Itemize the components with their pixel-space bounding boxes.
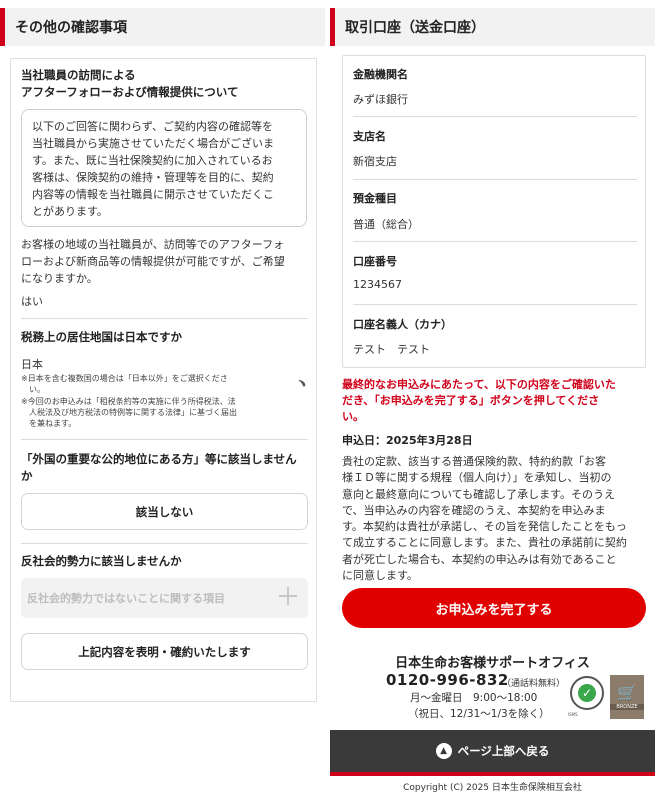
divider <box>353 241 637 242</box>
left-column: その他の確認事項 当社職員の訪問による アフターフォローおよび情報提供について … <box>0 0 325 804</box>
footer-accent-bar <box>330 772 655 776</box>
support-phone[interactable]: 0120-996-832 <box>386 671 509 689</box>
cart-badge-icon: 🛒 BRONZE <box>610 675 644 719</box>
deposit-type-label: 預金種目 <box>353 192 397 205</box>
divider <box>353 179 637 180</box>
branch-label: 支店名 <box>353 130 386 143</box>
section-title-account: 取引口座（送金口座） <box>330 8 655 46</box>
final-warning: 最終的なお申込みにあたって、以下の内容をご確認いた だき、「お申込みを完了する」… <box>342 378 616 423</box>
bronze-label: BRONZE <box>610 704 644 710</box>
chevron-up-icon: ▲ <box>435 743 452 759</box>
support-holidays: （祝日、12/31～1/3を除く） <box>408 708 550 720</box>
submit-application-button[interactable]: お申込みを完了する <box>342 588 646 628</box>
certification-badge-icon: ✓ <box>570 676 604 710</box>
account-card: 金融機関名 みずほ銀行 支店名 新宿支店 預金種目 普通（総合） 口座番号 12… <box>342 55 646 368</box>
branch-value: 新宿支店 <box>353 155 397 168</box>
account-number-value: 1234567 <box>353 278 402 291</box>
peps-title: 「外国の重要な公的地位にある方」等に該当しません か <box>21 452 297 483</box>
visit-answer: はい <box>21 295 43 308</box>
divider <box>21 318 308 319</box>
account-holder-label: 口座名義人（カナ） <box>353 318 452 331</box>
support-office-name: 日本生命お客様サポートオフィス <box>395 656 590 671</box>
bank-name-value: みずほ銀行 <box>353 93 408 106</box>
divider <box>21 439 308 440</box>
back-to-top-button[interactable]: ▲ ページ上部へ戻る <box>330 730 655 772</box>
section-title-other-confirmations: その他の確認事項 <box>0 8 325 46</box>
divider <box>353 304 637 305</box>
plus-icon <box>278 586 298 606</box>
terms-text: 貴社の定款、該当する普通保険約款、特約約款「お客 様ＩＤ等に関する規程（個人向け… <box>342 455 627 583</box>
tax-note-2: ※今回のお申込みは「租税条約等の実施に伴う所得税法、法 人税法及び地方税法の特例… <box>21 397 237 428</box>
check-icon: ✓ <box>578 684 596 702</box>
not-applicable-button[interactable]: 該当しない <box>21 493 308 530</box>
account-number-label: 口座番号 <box>353 255 397 268</box>
declare-confirm-button[interactable]: 上記内容を表明・確約いたします <box>21 633 308 670</box>
support-hours: 月～金曜日 9:00～18:00 <box>410 692 538 704</box>
divider <box>21 543 308 544</box>
deposit-type-value: 普通（総合） <box>353 218 419 231</box>
right-column: 取引口座（送金口座） 金融機関名 みずほ銀行 支店名 新宿支店 預金種目 普通（… <box>330 0 655 804</box>
visit-question: お客様の地域の当社職員が、訪問等でのアフターフォ ローおよび新商品等の情報提供が… <box>21 238 285 285</box>
apply-date: 申込日：2025年3月28日 <box>342 434 473 447</box>
phone-note: （通話料無料） <box>502 679 566 689</box>
side-mark: ﹅ <box>297 379 307 390</box>
cart-icon: 🛒 <box>617 683 637 702</box>
tax-answer: 日本 <box>21 358 43 371</box>
tax-title: 税務上の居住地国は日本ですか <box>21 330 182 344</box>
tax-note-1: ※日本を含む複数国の場合は「日本以外」をご選択くださ い。 <box>21 374 228 394</box>
antisocial-accordion[interactable]: 反社会的勢力ではないことに関する項目 <box>21 578 308 618</box>
confirmations-card: 当社職員の訪問による アフターフォローおよび情報提供について 以下のご回答に関わ… <box>10 58 317 702</box>
certification-badge-text: ISMS <box>568 712 578 717</box>
antisocial-title: 反社会的勢力に該当しませんか <box>21 554 182 568</box>
visit-notice-box: 以下のご回答に関わらず、ご契約内容の確認等を 当社職員から実施させていただく場合… <box>21 109 307 227</box>
divider <box>353 116 637 117</box>
copyright: Copyright (C) 2025 日本生命保険相互会社 <box>403 783 582 793</box>
account-holder-value: テスト テスト <box>353 343 430 356</box>
bank-name-label: 金融機関名 <box>353 68 408 81</box>
visit-title: 当社職員の訪問による アフターフォローおよび情報提供について <box>21 68 239 99</box>
